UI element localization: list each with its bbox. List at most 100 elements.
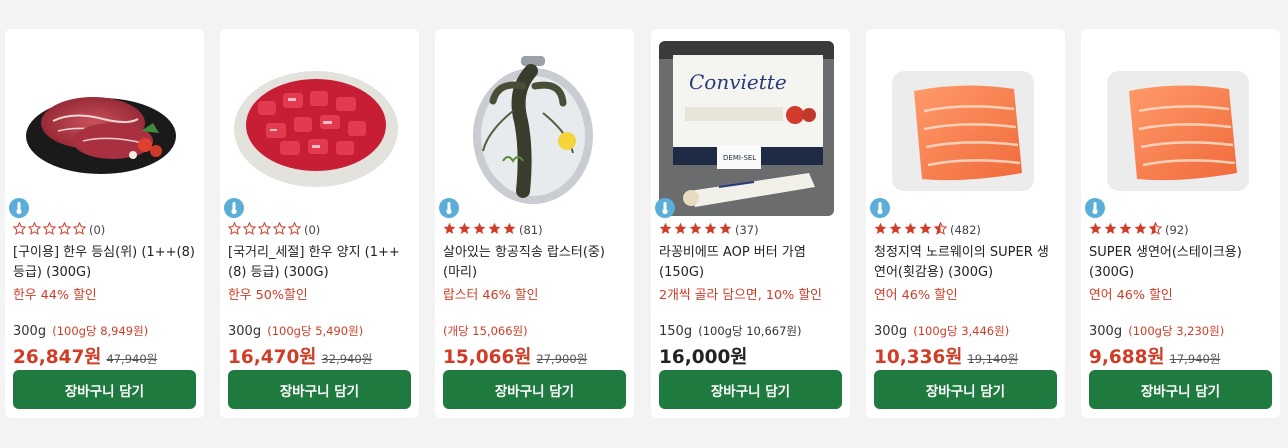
star-icon (719, 222, 732, 235)
unit-info: (개당 15,066원) (443, 323, 528, 339)
star-rating-icon (1089, 221, 1164, 238)
product-name[interactable]: 살아있는 항공직송 랍스터(중) (마리) (443, 243, 626, 283)
product-image[interactable] (13, 41, 188, 216)
product-name[interactable]: 청정지역 노르웨이의 SUPER 생연어(횟감용) (300G) (874, 243, 1057, 283)
product-card[interactable]: Conviette DEMI-SEL (37) 라꽁비에뜨 AOP 버터 가염 … (651, 29, 850, 418)
price-row: 10,336원 19,140원 (874, 343, 1018, 369)
unit-weight: 300g (874, 324, 908, 339)
star-rating-icon (659, 222, 734, 238)
unit-price: (개당 15,066원) (443, 324, 528, 338)
price-row: 16,470원 32,940원 (228, 343, 372, 369)
product-name[interactable]: 라꽁비에뜨 AOP 버터 가염 (150G) (659, 243, 842, 283)
refrigerated-icon (655, 198, 675, 218)
star-icon (1089, 222, 1102, 235)
unit-info: 300g (100g당 5,490원) (228, 323, 363, 339)
unit-price: (100g당 3,446원) (913, 324, 1010, 338)
lobster-tray-image (443, 41, 618, 216)
star-icon (42, 221, 57, 235)
refrigerated-icon (224, 198, 244, 218)
product-card[interactable]: (0) [국거리_세절] 한우 양지 (1++(8) 등급) (300G) 한우… (220, 29, 419, 418)
product-name[interactable]: [국거리_세절] 한우 양지 (1++(8) 등급) (300G) (228, 243, 411, 283)
add-to-cart-button[interactable]: 장바구니 담기 (1089, 370, 1272, 409)
refrigerated-icon (439, 198, 459, 218)
star-icon (57, 221, 72, 235)
original-price: 19,140원 (967, 352, 1019, 366)
sale-price: 16,000원 (659, 347, 748, 368)
unit-price: (100g당 3,230원) (1128, 324, 1225, 338)
star-icon (27, 221, 42, 235)
price-row: 26,847원 47,940원 (13, 343, 157, 369)
svg-text:DEMI-SEL: DEMI-SEL (723, 154, 756, 162)
star-icon (287, 221, 302, 235)
star-icon (272, 221, 287, 235)
sale-price: 15,066원 (443, 347, 532, 368)
star-icon (889, 222, 902, 235)
price-row: 9,688원 17,940원 (1089, 343, 1220, 369)
product-image[interactable] (1089, 41, 1264, 216)
original-price: 47,940원 (106, 352, 158, 366)
star-icon (674, 222, 687, 235)
review-count: (37) (735, 223, 759, 237)
star-icon (659, 222, 672, 235)
unit-price: (100g당 8,949원) (52, 324, 149, 338)
sale-price: 26,847원 (13, 347, 102, 368)
unit-info: 300g (100g당 8,949원) (13, 323, 148, 339)
add-to-cart-button[interactable]: 장바구니 담기 (874, 370, 1057, 409)
review-count: (0) (89, 223, 106, 237)
star-icon (904, 222, 917, 235)
beef-cubes-bowl-image (228, 41, 403, 216)
product-image[interactable]: Conviette DEMI-SEL (659, 41, 834, 216)
promo-text: 랍스터 46% 할인 (443, 288, 539, 303)
product-card[interactable]: (81) 살아있는 항공직송 랍스터(중) (마리) 랍스터 46% 할인 (개… (435, 29, 634, 418)
unit-weight: 150g (659, 324, 693, 339)
salmon-fillet-image (1089, 41, 1264, 216)
rating: (0) (227, 221, 321, 238)
star-icon (689, 222, 702, 235)
star-icon (227, 221, 242, 235)
price-row: 16,000원 (659, 343, 747, 369)
star-icon (704, 222, 717, 235)
add-to-cart-button[interactable]: 장바구니 담기 (13, 370, 196, 409)
star-icon (933, 221, 948, 235)
product-image[interactable] (228, 41, 403, 216)
refrigerated-icon (1085, 198, 1105, 218)
product-image[interactable] (443, 41, 618, 216)
add-to-cart-button[interactable]: 장바구니 담기 (443, 370, 626, 409)
star-icon (458, 222, 471, 235)
review-count: (482) (950, 223, 981, 237)
beef-steak-plate-image (13, 41, 188, 216)
star-icon (874, 222, 887, 235)
salmon-fillet-image (874, 41, 1049, 216)
review-count: (92) (1165, 223, 1189, 237)
butter-box-image: Conviette DEMI-SEL (659, 41, 834, 216)
product-image[interactable] (874, 41, 1049, 216)
star-icon (443, 222, 456, 235)
sale-price: 16,470원 (228, 347, 317, 368)
product-card[interactable]: (0) [구이용] 한우 등심(위) (1++(8) 등급) (300G) 한우… (5, 29, 204, 418)
original-price: 17,940원 (1169, 352, 1221, 366)
add-to-cart-button[interactable]: 장바구니 담기 (659, 370, 842, 409)
product-card[interactable]: (92) SUPER 생연어(스테이크용) (300G) 연어 46% 할인 3… (1081, 29, 1280, 418)
unit-weight: 300g (13, 324, 47, 339)
refrigerated-icon (870, 198, 890, 218)
unit-info: 150g (100g당 10,667원) (659, 323, 802, 339)
sale-price: 9,688원 (1089, 347, 1165, 368)
unit-weight: 300g (1089, 324, 1123, 339)
unit-price: (100g당 5,490원) (267, 324, 364, 338)
star-icon (1134, 222, 1147, 235)
star-icon (1119, 222, 1132, 235)
add-to-cart-button[interactable]: 장바구니 담기 (228, 370, 411, 409)
product-card[interactable]: (482) 청정지역 노르웨이의 SUPER 생연어(횟감용) (300G) 연… (866, 29, 1065, 418)
star-icon (72, 221, 87, 235)
promo-text: 연어 46% 할인 (874, 288, 958, 303)
product-name[interactable]: [구이용] 한우 등심(위) (1++(8) 등급) (300G) (13, 243, 196, 283)
original-price: 27,900원 (536, 352, 588, 366)
promo-text: 2개씩 골라 담으면, 10% 할인 (659, 288, 822, 303)
product-name[interactable]: SUPER 생연어(스테이크용) (300G) (1089, 243, 1272, 283)
review-count: (0) (304, 223, 321, 237)
star-icon (919, 222, 932, 235)
star-rating-icon (874, 221, 949, 238)
rating: (37) (659, 222, 759, 238)
promo-text: 연어 46% 할인 (1089, 288, 1173, 303)
rating: (482) (874, 221, 981, 238)
